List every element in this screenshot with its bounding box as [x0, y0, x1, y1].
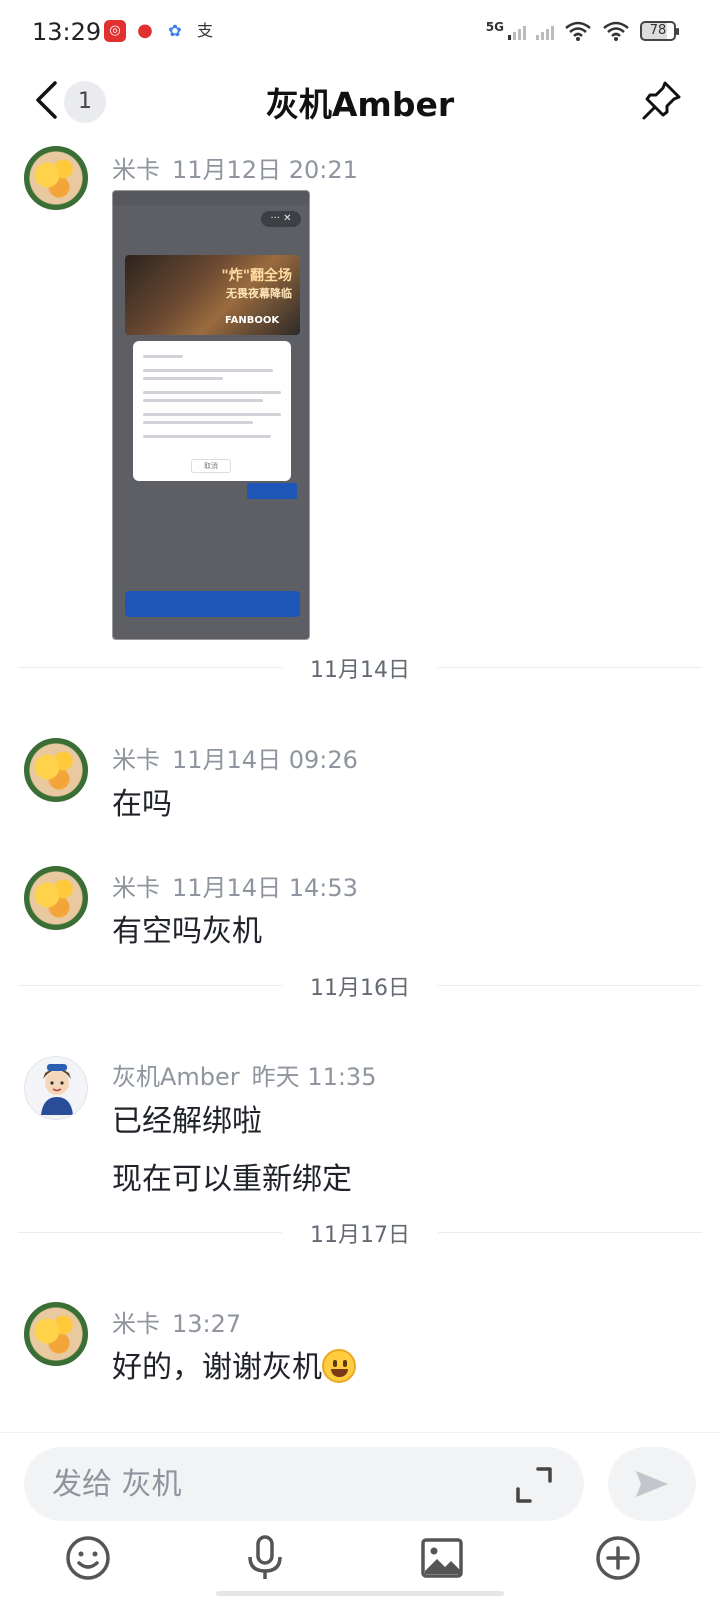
date-separator: 11月17日 [18, 1217, 702, 1248]
date-separator: 11月16日 [18, 970, 702, 1001]
plus-circle-icon [596, 1536, 640, 1580]
image-dialog: 取消 [133, 341, 291, 481]
avatar-mika[interactable] [24, 146, 88, 210]
image-button[interactable] [417, 1533, 467, 1583]
banner-line1: "炸"翻全场 [221, 268, 292, 284]
sender-name: 米卡 [112, 156, 160, 184]
image-menu-pill: ··· ✕ [261, 211, 301, 227]
message-meta: 米卡 11月14日 14:53 [112, 868, 358, 903]
cartoon-avatar-icon [41, 1064, 73, 1115]
page-title: 灰机Amber [265, 85, 455, 124]
more-button[interactable] [593, 1533, 643, 1583]
message-text[interactable]: 已经解绑啦 [112, 1096, 262, 1140]
image-cancel-label: 取消 [191, 459, 231, 473]
message-time: 11月14日 09:26 [172, 746, 358, 774]
chat-header: 1 灰机Amber [0, 66, 720, 136]
avatar-mika[interactable] [24, 866, 88, 930]
message-time: 11月12日 20:21 [172, 156, 358, 184]
grinning-face-emoji-icon [322, 1349, 356, 1383]
message-time: 11月14日 14:53 [172, 874, 358, 902]
status-indicators: 5G 78 [485, 20, 679, 42]
image-icon [421, 1538, 463, 1578]
sender-name: 米卡 [112, 874, 160, 902]
image-blue-button [247, 483, 297, 499]
status-bar: 13:29 ◎ ● ✿ 支 5G 78 [0, 0, 720, 66]
emoji-button[interactable] [63, 1533, 113, 1583]
paw-icon: ✿ [164, 20, 186, 42]
avatar-amber[interactable] [24, 1056, 88, 1120]
send-button[interactable] [608, 1447, 696, 1521]
expand-icon[interactable] [514, 1465, 554, 1505]
message-text[interactable]: 在吗 [112, 779, 172, 823]
message-text[interactable]: 有空吗灰机 [112, 906, 262, 950]
signal-2-icon [536, 22, 554, 40]
image-banner: "炸"翻全场 无畏夜幕降临 FANBOOK [125, 255, 300, 335]
message-text[interactable]: 现在可以重新绑定 [112, 1154, 352, 1198]
alipay-icon: 支 [194, 20, 216, 42]
signal-icon [508, 22, 526, 40]
message-input-box [24, 1447, 584, 1521]
message-time: 昨天 11:35 [251, 1063, 377, 1091]
microphone-icon [248, 1535, 282, 1579]
message-meta: 米卡 13:27 [112, 1304, 241, 1339]
netease-music-icon: ◎ [104, 20, 126, 42]
message-meta: 灰机Amber 昨天 11:35 [112, 1057, 376, 1092]
pin-icon [642, 81, 681, 120]
pin-button[interactable] [638, 76, 686, 124]
message-image[interactable]: ··· ✕ "炸"翻全场 无畏夜幕降临 FANBOOK 取消 [112, 190, 310, 640]
banner-line2: 无畏夜幕降临 [226, 287, 292, 300]
wifi-icon [603, 21, 629, 41]
composer [0, 1432, 720, 1600]
banner-line3: FANBOOK [225, 315, 280, 326]
message-text-content: 好的，谢谢灰机 [112, 1350, 322, 1385]
message-input[interactable] [52, 1447, 492, 1521]
message-meta: 米卡 11月14日 09:26 [112, 740, 358, 775]
home-indicator [216, 1591, 504, 1596]
image-status-bar [113, 191, 309, 205]
composer-toolbar [0, 1531, 720, 1591]
avatar-mika[interactable] [24, 738, 88, 802]
message-time: 13:27 [172, 1310, 242, 1338]
sender-name: 米卡 [112, 746, 160, 774]
message-meta: 米卡 11月12日 20:21 [112, 150, 358, 185]
voice-button[interactable] [240, 1533, 290, 1583]
sender-name: 米卡 [112, 1310, 160, 1338]
sender-name: 灰机Amber [112, 1063, 240, 1091]
battery-icon: 78 [640, 21, 679, 41]
wifi-plus-icon [565, 21, 591, 41]
status-app-icons: ◎ ● ✿ 支 [104, 20, 216, 42]
network-type: 5G [485, 20, 504, 34]
image-blue-bar [125, 591, 300, 617]
send-icon [636, 1471, 668, 1497]
message-text[interactable]: 好的，谢谢灰机 [112, 1342, 356, 1386]
status-time: 13:29 [32, 18, 102, 46]
maps-pin-icon: ● [134, 20, 156, 42]
date-separator: 11月14日 [18, 652, 702, 683]
avatar-mika[interactable] [24, 1302, 88, 1366]
emoji-icon [66, 1536, 110, 1580]
